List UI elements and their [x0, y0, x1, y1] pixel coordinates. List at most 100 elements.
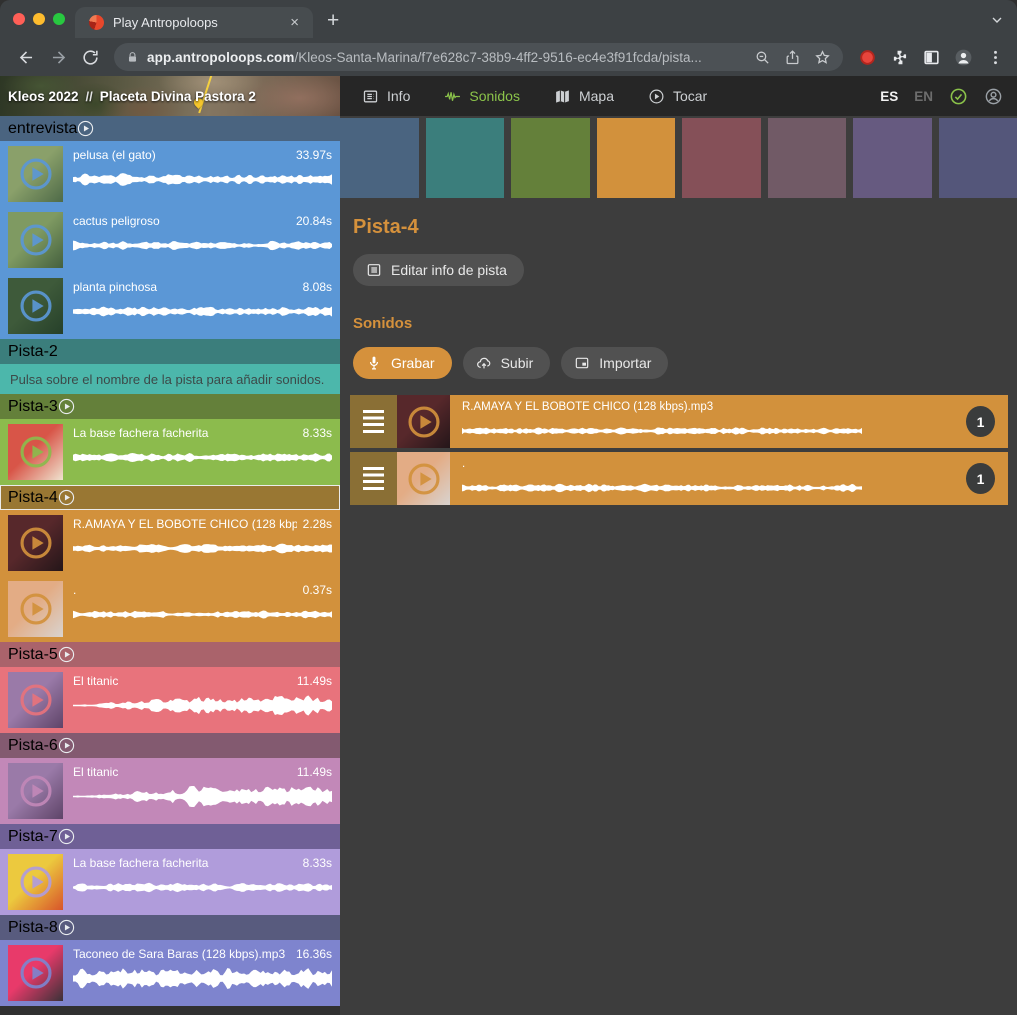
- sound-duration: 11.49s: [297, 674, 332, 688]
- play-overlay-icon[interactable]: [18, 222, 54, 258]
- track-header[interactable]: Pista-3: [0, 394, 340, 419]
- sound-item[interactable]: R.AMAYA Y EL BOBOTE CHICO (128 kbps)....…: [0, 510, 340, 576]
- sound-item[interactable]: Taconeo de Sara Baras (128 kbps).mp316.3…: [0, 940, 340, 1006]
- kebab-menu-icon[interactable]: [983, 45, 1007, 69]
- account-icon[interactable]: [984, 87, 1003, 106]
- drag-handle[interactable]: [350, 452, 397, 505]
- track-header[interactable]: Pista-7: [0, 824, 340, 849]
- minimize-window-button[interactable]: [33, 13, 45, 25]
- track-color-tab-4[interactable]: [597, 118, 676, 198]
- forward-icon[interactable]: [46, 45, 70, 69]
- breadcrumb-title[interactable]: Placeta Divina Pastora 2: [100, 89, 256, 104]
- sound-item[interactable]: El titanic11.49s: [0, 667, 340, 733]
- play-overlay-icon[interactable]: [18, 955, 54, 991]
- sound-item[interactable]: La base fachera facherita8.33s: [0, 419, 340, 485]
- sound-item[interactable]: pelusa (el gato)33.97s: [0, 141, 340, 207]
- track-color-tab-1[interactable]: [340, 118, 419, 198]
- track-header[interactable]: Pista-4: [0, 485, 340, 510]
- play-overlay-icon[interactable]: [18, 591, 54, 627]
- upload-sound-button[interactable]: Subir: [463, 347, 551, 379]
- new-tab-button[interactable]: +: [327, 9, 339, 33]
- import-sound-button[interactable]: Importar: [561, 347, 668, 379]
- sound-thumbnail[interactable]: [8, 212, 63, 268]
- play-overlay-icon[interactable]: [18, 682, 54, 718]
- sound-row[interactable]: .1: [350, 452, 1008, 505]
- sound-item[interactable]: cactus peligroso20.84s: [0, 207, 340, 273]
- sound-thumbnail[interactable]: [397, 452, 450, 505]
- track-play-icon[interactable]: [58, 828, 75, 845]
- avatar-icon[interactable]: [951, 45, 975, 69]
- track-header[interactable]: entrevista: [0, 116, 340, 141]
- sound-item[interactable]: planta pinchosa8.08s: [0, 273, 340, 339]
- nav-item-mapa[interactable]: Mapa: [554, 88, 614, 105]
- zoom-window-button[interactable]: [53, 13, 65, 25]
- track-play-icon[interactable]: [58, 489, 75, 506]
- play-overlay-icon[interactable]: [18, 288, 54, 324]
- track-color-tab-3[interactable]: [511, 118, 590, 198]
- track-play-icon[interactable]: [58, 398, 75, 415]
- play-overlay-icon[interactable]: [18, 864, 54, 900]
- chevron-down-icon[interactable]: [989, 12, 1005, 28]
- track-header[interactable]: Pista-2: [0, 339, 340, 364]
- sound-thumbnail[interactable]: [8, 278, 63, 334]
- address-bar[interactable]: app.antropoloops.com/Kleos-Santa-Marina/…: [114, 43, 843, 71]
- track-header[interactable]: Pista-5: [0, 642, 340, 667]
- drag-handle[interactable]: [350, 395, 397, 448]
- nav-item-info[interactable]: Info: [362, 88, 410, 105]
- play-overlay-icon[interactable]: [406, 404, 442, 440]
- track-section-pista-7: Pista-7La base fachera facherita8.33s: [0, 824, 340, 915]
- share-icon[interactable]: [781, 46, 803, 68]
- back-icon[interactable]: [14, 45, 38, 69]
- sound-thumbnail[interactable]: [8, 672, 63, 728]
- sound-thumbnail[interactable]: [8, 424, 63, 480]
- sound-thumbnail[interactable]: [8, 763, 63, 819]
- track-header[interactable]: Pista-8: [0, 915, 340, 940]
- close-tab-icon[interactable]: ×: [286, 13, 303, 32]
- star-icon[interactable]: [811, 46, 833, 68]
- split-view-icon[interactable]: [919, 45, 943, 69]
- track-header[interactable]: Pista-6: [0, 733, 340, 758]
- sound-thumbnail[interactable]: [397, 395, 450, 448]
- record-sound-button[interactable]: Grabar: [353, 347, 452, 379]
- play-overlay-icon[interactable]: [18, 434, 54, 470]
- nav-item-sonidos[interactable]: Sonidos: [444, 88, 520, 105]
- tab-title: Play Antropoloops: [113, 15, 277, 30]
- waveform: [462, 421, 862, 441]
- sound-thumbnail[interactable]: [8, 515, 63, 571]
- sound-row[interactable]: R.AMAYA Y EL BOBOTE CHICO (128 kbps).mp3…: [350, 395, 1008, 448]
- play-overlay-icon[interactable]: [18, 525, 54, 561]
- track-color-tab-5[interactable]: [682, 118, 761, 198]
- play-overlay-icon[interactable]: [406, 461, 442, 497]
- sound-item[interactable]: .0.37s: [0, 576, 340, 642]
- track-play-icon[interactable]: [58, 919, 75, 936]
- puzzle-icon[interactable]: [887, 45, 911, 69]
- track-play-icon[interactable]: [77, 120, 94, 137]
- breadcrumb[interactable]: Kleos 2022 // Placeta Divina Pastora 2: [0, 76, 340, 116]
- sound-thumbnail[interactable]: [8, 581, 63, 637]
- breadcrumb-project[interactable]: Kleos 2022: [8, 89, 79, 104]
- close-window-button[interactable]: [13, 13, 25, 25]
- edit-track-info-button[interactable]: Editar info de pista: [353, 254, 524, 286]
- sound-thumbnail[interactable]: [8, 146, 63, 202]
- lang-es-button[interactable]: ES: [880, 89, 898, 104]
- sound-item[interactable]: La base fachera facherita8.33s: [0, 849, 340, 915]
- track-color-tab-2[interactable]: [426, 118, 505, 198]
- sound-thumbnail[interactable]: [8, 854, 63, 910]
- lang-en-button[interactable]: EN: [914, 89, 933, 104]
- sound-item[interactable]: El titanic11.49s: [0, 758, 340, 824]
- track-color-tab-6[interactable]: [768, 118, 847, 198]
- play-overlay-icon[interactable]: [18, 156, 54, 192]
- nav-item-tocar[interactable]: Tocar: [648, 88, 707, 105]
- lock-icon[interactable]: [126, 50, 139, 65]
- sound-thumbnail[interactable]: [8, 945, 63, 1001]
- check-circle-icon[interactable]: [949, 87, 968, 106]
- track-play-icon[interactable]: [58, 737, 75, 754]
- record-icon[interactable]: [855, 45, 879, 69]
- zoom-out-icon[interactable]: [751, 46, 773, 68]
- browser-tab[interactable]: Play Antropoloops ×: [75, 7, 313, 38]
- track-play-icon[interactable]: [58, 646, 75, 663]
- track-color-tab-7[interactable]: [853, 118, 932, 198]
- play-overlay-icon[interactable]: [18, 773, 54, 809]
- track-color-tab-8[interactable]: [939, 118, 1017, 198]
- reload-icon[interactable]: [78, 45, 102, 69]
